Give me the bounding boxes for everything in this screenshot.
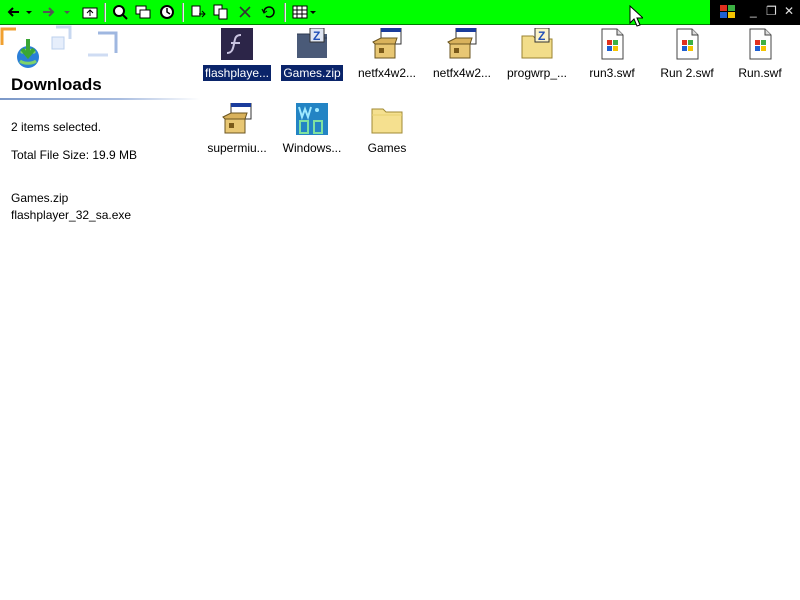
views-icon[interactable] [291, 3, 309, 21]
swf-file-icon [596, 28, 628, 60]
file-label: Windows... [282, 141, 342, 155]
swf-file-icon [671, 28, 703, 60]
selection-count: 2 items selected. [11, 120, 102, 134]
toolbar-separator [182, 3, 184, 22]
folder-icon [371, 103, 403, 135]
file-item[interactable]: supermiu... [199, 102, 275, 161]
file-item[interactable]: Z progwrp_... [499, 27, 575, 86]
close-button[interactable]: ✕ [784, 4, 794, 18]
file-item[interactable]: flashplaye... [199, 28, 275, 86]
file-item[interactable]: Windows... [274, 103, 350, 161]
windows-logo-icon [718, 3, 738, 24]
toolbar-separator [104, 3, 106, 22]
delete-icon[interactable] [236, 3, 254, 21]
undo-icon[interactable] [260, 3, 278, 21]
file-label: Run.swf [738, 66, 782, 80]
folder-title: Downloads [11, 75, 102, 94]
minimize-button[interactable]: _ [750, 4, 757, 18]
file-item[interactable]: Run.swf [722, 28, 798, 86]
mouse-cursor-icon [629, 4, 645, 30]
swf-file-icon [744, 28, 776, 60]
back-dropdown-icon[interactable] [24, 3, 34, 21]
file-label: Games.zip [280, 64, 344, 82]
file-label: Run 2.swf [660, 66, 714, 80]
total-file-size: Total File Size: 19.9 MB [11, 148, 138, 162]
file-item[interactable]: netfx4w2... [424, 27, 500, 86]
file-label: flashplaye... [201, 64, 273, 82]
file-item[interactable]: Z Games.zip [274, 27, 350, 86]
file-label: run3.swf [589, 66, 635, 80]
toolbar [0, 0, 710, 25]
file-item[interactable]: Run 2.swf [649, 28, 725, 86]
file-item[interactable]: run3.swf [574, 28, 650, 86]
file-label: Games [367, 141, 407, 155]
toolbar-separator [284, 3, 286, 22]
copy-to-icon[interactable] [212, 3, 230, 21]
forward-icon[interactable] [40, 3, 58, 21]
flash-app-icon [221, 28, 253, 60]
window-controls: _ ❐ ✕ [710, 0, 800, 25]
file-label: netfx4w2... [357, 66, 417, 80]
search-icon[interactable] [111, 3, 129, 21]
installer-icon [446, 27, 478, 60]
file-item[interactable]: netfx4w2... [349, 27, 425, 86]
file-label: netfx4w2... [432, 66, 492, 80]
move-to-icon[interactable] [189, 3, 207, 21]
downloads-folder-icon [12, 37, 46, 74]
title-divider [0, 98, 200, 100]
up-folder-icon[interactable] [81, 3, 99, 21]
installer-icon [371, 27, 403, 60]
file-item[interactable]: Games [349, 103, 425, 161]
restore-button[interactable]: ❐ [766, 4, 777, 18]
history-icon[interactable] [158, 3, 176, 21]
selected-file-name: flashplayer_32_sa.exe [11, 208, 132, 222]
details-pane: Downloads 2 items selected. Total File S… [0, 25, 200, 600]
zip-file-icon: Z [296, 27, 328, 60]
file-label: supermiu... [207, 141, 267, 155]
views-dropdown-icon[interactable] [308, 3, 318, 21]
svg-text:Z: Z [538, 29, 545, 43]
zip-folder-icon: Z [521, 27, 553, 60]
folders-icon[interactable] [134, 3, 152, 21]
forward-dropdown-icon[interactable] [62, 3, 72, 21]
selected-file-name: Games.zip [11, 191, 69, 205]
windows-2000-icon [296, 103, 328, 135]
svg-text:Z: Z [313, 29, 320, 43]
back-icon[interactable] [4, 3, 22, 21]
file-label: progwrp_... [506, 66, 568, 80]
installer-icon [221, 102, 253, 135]
